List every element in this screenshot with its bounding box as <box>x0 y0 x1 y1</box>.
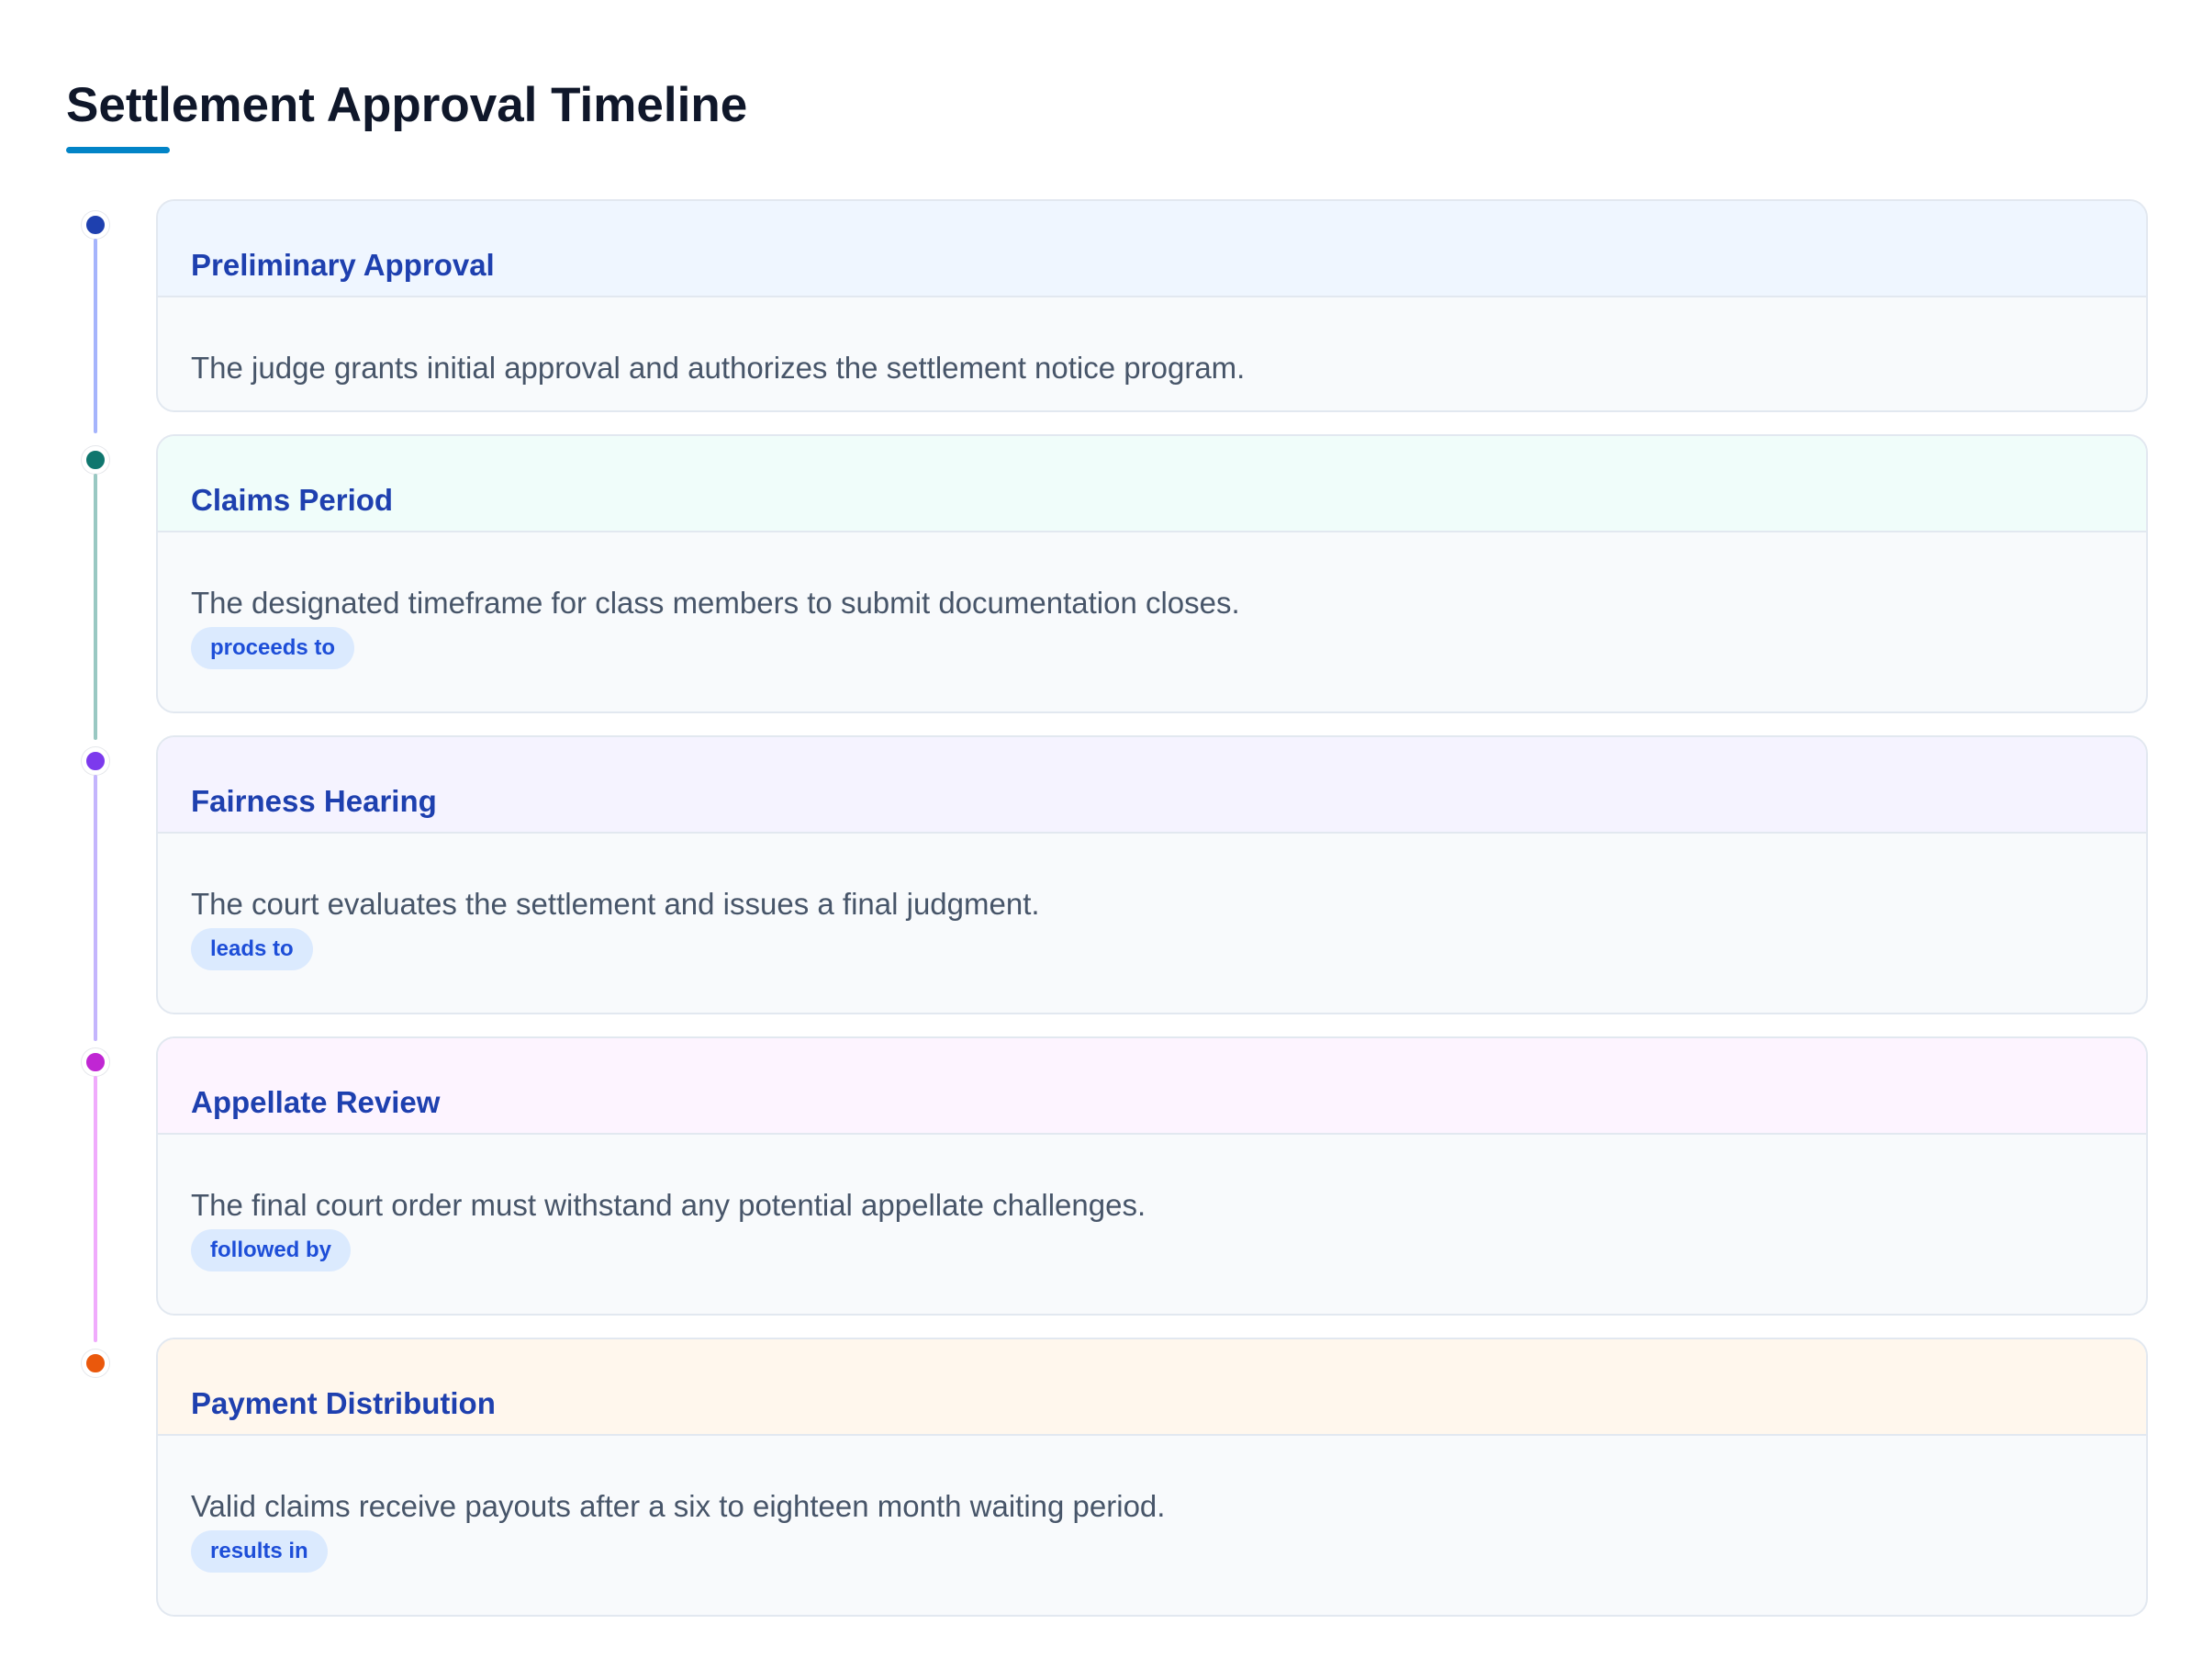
timeline-connector <box>94 474 97 740</box>
timeline-dot <box>82 211 109 239</box>
step-title: Claims Period <box>191 483 394 517</box>
step-description: The final court order must withstand any… <box>191 1188 1146 1222</box>
step-description: The designated timeframe for class membe… <box>191 586 1240 620</box>
relation-badge: leads to <box>191 928 313 970</box>
timeline-connector <box>94 775 97 1041</box>
step-card-body: The designated timeframe for class membe… <box>158 532 2146 669</box>
step-title: Appellate Review <box>191 1085 441 1119</box>
timeline-dot <box>82 446 109 474</box>
step-card: Appellate Review The final court order m… <box>156 1036 2148 1316</box>
step-card-header: Payment Distribution <box>158 1339 2146 1436</box>
step-card-body: The judge grants initial approval and au… <box>158 297 2146 386</box>
relation-badge: followed by <box>191 1229 351 1271</box>
step-card-body: The court evaluates the settlement and i… <box>158 834 2146 970</box>
step-card: Claims Period The designated timeframe f… <box>156 434 2148 713</box>
step-card: Preliminary Approval The judge grants in… <box>156 199 2148 412</box>
step-title: Preliminary Approval <box>191 248 495 282</box>
step-card-body: The final court order must withstand any… <box>158 1135 2146 1271</box>
step-description: The court evaluates the settlement and i… <box>191 887 1040 921</box>
step-description: The judge grants initial approval and au… <box>191 351 1246 385</box>
relation-badge: results in <box>191 1530 328 1573</box>
step-title: Fairness Hearing <box>191 784 437 818</box>
step-card-header: Fairness Hearing <box>158 737 2146 834</box>
timeline-connector <box>94 1076 97 1342</box>
step-description: Valid claims receive payouts after a six… <box>191 1489 1166 1523</box>
step-card-header: Preliminary Approval <box>158 201 2146 297</box>
step-card-header: Claims Period <box>158 436 2146 532</box>
timeline-dot <box>82 1350 109 1377</box>
step-title: Payment Distribution <box>191 1386 496 1420</box>
step-card-header: Appellate Review <box>158 1038 2146 1135</box>
step-card-body: Valid claims receive payouts after a six… <box>158 1436 2146 1573</box>
timeline-connector <box>94 239 97 433</box>
timeline-dot <box>82 747 109 775</box>
relation-badge: proceeds to <box>191 627 355 669</box>
timeline-dot <box>82 1048 109 1076</box>
timeline: Preliminary Approval The judge grants in… <box>0 0 2203 1680</box>
step-card: Payment Distribution Valid claims receiv… <box>156 1338 2148 1617</box>
step-card: Fairness Hearing The court evaluates the… <box>156 735 2148 1014</box>
